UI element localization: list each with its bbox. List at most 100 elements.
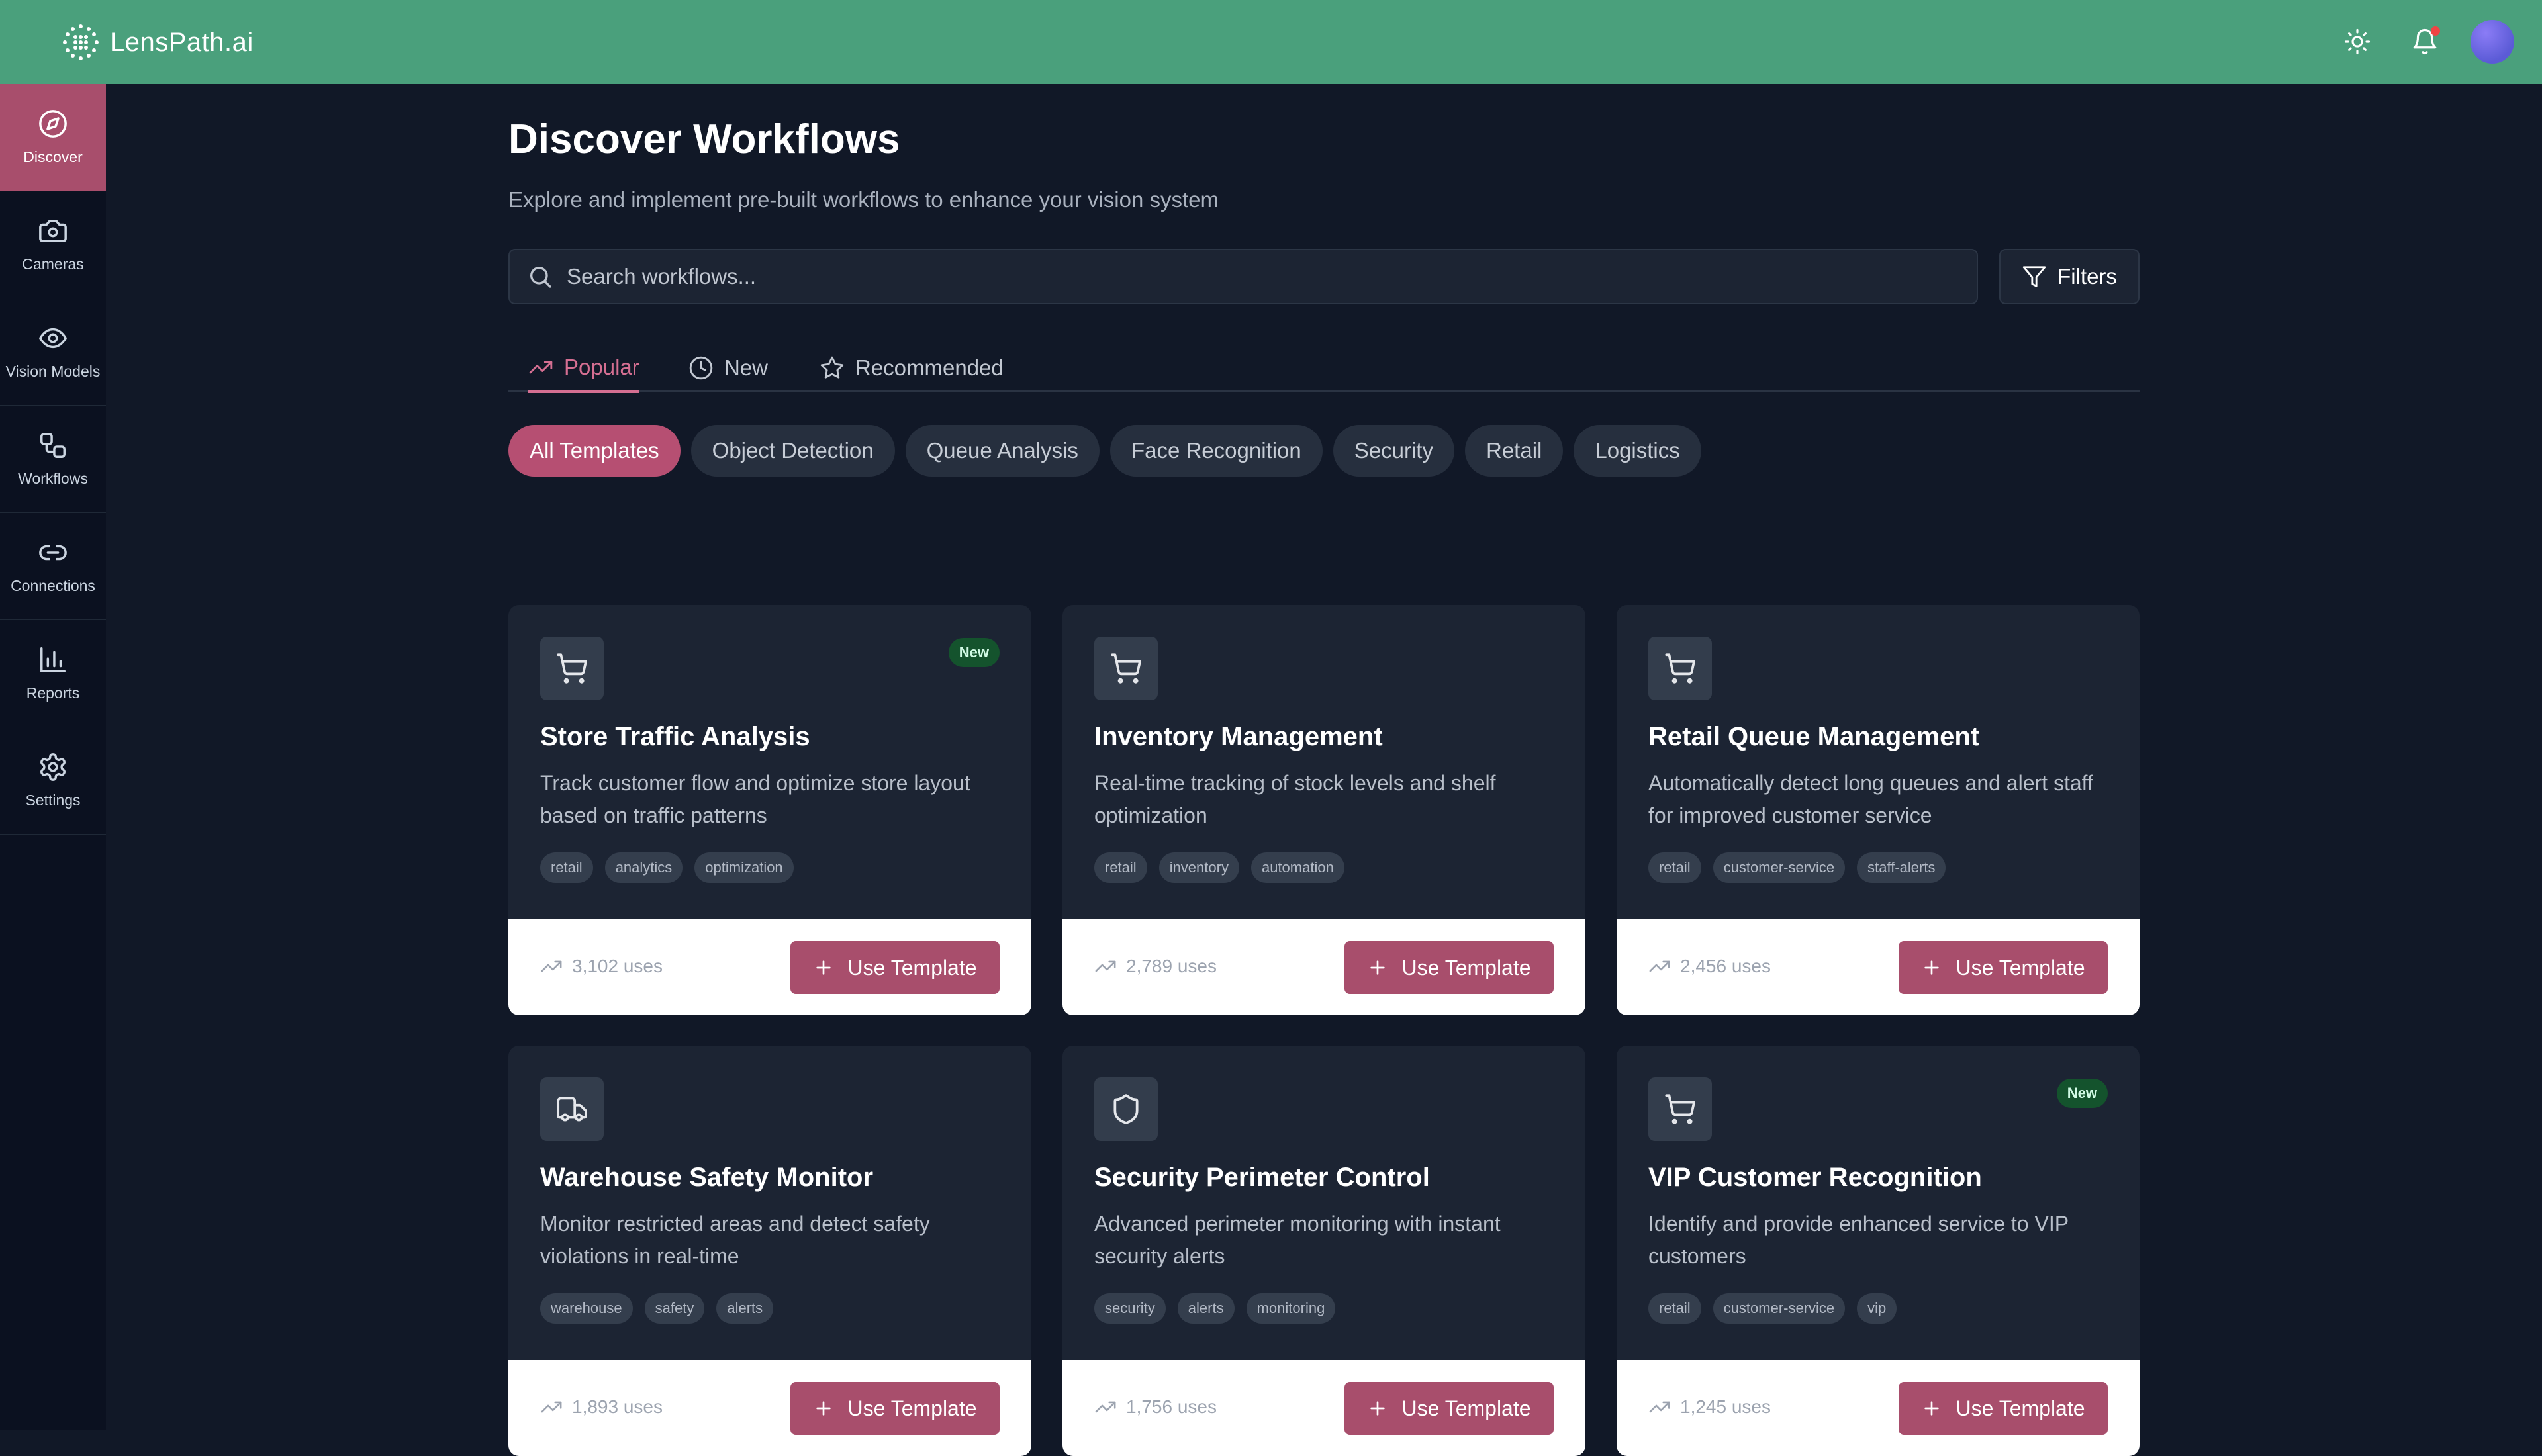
card-icon-tile: [1094, 1077, 1158, 1141]
category-filters: All Templates Object Detection Queue Ana…: [508, 425, 1712, 477]
workflow-card[interactable]: New VIP Customer Recognition Identify an…: [1617, 1046, 2140, 1456]
chip-queue-analysis[interactable]: Queue Analysis: [905, 425, 1100, 477]
notifications-button[interactable]: [2403, 20, 2447, 64]
gear-icon: [40, 753, 66, 781]
user-avatar[interactable]: [2471, 20, 2514, 64]
trending-up-icon: [1649, 1401, 1670, 1413]
tag: retail: [540, 852, 593, 883]
plus-icon: [816, 960, 831, 975]
usage-text: 1,245 uses: [1680, 1396, 1771, 1417]
chip-logistics[interactable]: Logistics: [1574, 425, 1701, 477]
use-template-label: Use Template: [847, 1396, 977, 1420]
trending-up-icon: [1095, 960, 1116, 972]
card-title: VIP Customer Recognition: [1648, 1163, 1982, 1192]
tag: automation: [1250, 852, 1344, 883]
workflow-icon: [40, 433, 66, 458]
filters-button[interactable]: Filters: [1999, 249, 2140, 304]
card-footer: 2,456 uses Use Template: [1617, 919, 2140, 1015]
tab-new[interactable]: New: [688, 344, 768, 392]
search-bar: [508, 249, 1978, 304]
tab-recommended[interactable]: Recommended: [820, 344, 1004, 392]
workflow-card[interactable]: Warehouse Safety Monitor Monitor restric…: [508, 1046, 1031, 1456]
card-tags: retail customer-service staff-alerts: [1648, 852, 1957, 883]
shield-icon: [1113, 1094, 1139, 1124]
use-template-button[interactable]: Use Template: [1899, 1382, 2108, 1435]
usage-count: 1,756 uses: [1094, 1396, 1217, 1418]
search-input[interactable]: [567, 264, 1891, 289]
trending-up-icon: [529, 361, 553, 374]
usage-text: 2,456 uses: [1680, 956, 1771, 976]
search-icon: [530, 267, 551, 288]
page-subtitle: Explore and implement pre-built workflow…: [508, 187, 1219, 212]
tag: optimization: [694, 852, 794, 883]
workflow-card[interactable]: Retail Queue Management Automatically de…: [1617, 605, 2140, 1015]
card-description: Monitor restricted areas and detect safe…: [540, 1212, 930, 1268]
bar-chart-icon: [40, 647, 66, 672]
truck-icon: [557, 1097, 587, 1122]
theme-toggle-button[interactable]: [2335, 20, 2379, 64]
tag: retail: [1648, 1293, 1701, 1324]
notification-dot: [2431, 26, 2440, 36]
tag: customer-service: [1713, 852, 1846, 883]
card-tags: warehouse safety alerts: [540, 1293, 785, 1324]
tag: warehouse: [540, 1293, 633, 1324]
sidebar-item-label: Vision Models: [5, 363, 101, 380]
chip-security[interactable]: Security: [1333, 425, 1454, 477]
sidebar-item-label: Connections: [11, 577, 95, 594]
use-template-button[interactable]: Use Template: [1344, 1382, 1554, 1435]
chip-face-recognition[interactable]: Face Recognition: [1109, 425, 1323, 477]
card-footer: 2,789 uses Use Template: [1062, 919, 1585, 1015]
sidebar-item-label: Cameras: [22, 255, 84, 273]
tag: customer-service: [1713, 1293, 1846, 1324]
tag: alerts: [716, 1293, 774, 1324]
card-tags: retail analytics optimization: [540, 852, 806, 883]
cart-icon: [1111, 653, 1141, 684]
use-template-label: Use Template: [1401, 955, 1531, 979]
use-template-button[interactable]: Use Template: [1344, 941, 1554, 994]
tab-label: Popular: [564, 355, 639, 379]
sidebar-item-connections[interactable]: Connections: [0, 513, 106, 620]
tab-label: New: [724, 355, 769, 380]
sidebar-item-vision-models[interactable]: Vision Models: [0, 298, 106, 406]
workflow-card[interactable]: Inventory Management Real-time tracking …: [1062, 605, 1585, 1015]
camera-icon: [39, 219, 67, 243]
use-template-button[interactable]: Use Template: [1899, 941, 2108, 994]
card-footer: 1,893 uses Use Template: [508, 1360, 1031, 1456]
usage-text: 1,893 uses: [572, 1396, 663, 1417]
use-template-button[interactable]: Use Template: [790, 1382, 1000, 1435]
logo-dots-icon: [63, 24, 99, 60]
sidebar-item-settings[interactable]: Settings: [0, 727, 106, 835]
sidebar-item-label: Discover: [23, 148, 83, 165]
usage-count: 1,893 uses: [540, 1396, 663, 1418]
chip-retail[interactable]: Retail: [1464, 425, 1564, 477]
tag: analytics: [604, 852, 683, 883]
brand-logo[interactable]: LensPath.ai: [61, 23, 254, 62]
card-icon-tile: [540, 637, 604, 700]
usage-text: 2,789 uses: [1126, 956, 1217, 976]
card-footer: 3,102 uses Use Template: [508, 919, 1031, 1015]
workflow-card[interactable]: Security Perimeter Control Advanced peri…: [1062, 1046, 1585, 1456]
tag: security: [1094, 1293, 1166, 1324]
use-template-label: Use Template: [1955, 1396, 2085, 1420]
chip-all-templates[interactable]: All Templates: [508, 425, 681, 477]
chip-object-detection[interactable]: Object Detection: [690, 425, 895, 477]
star-icon: [820, 356, 844, 379]
card-tags: security alerts monitoring: [1094, 1293, 1347, 1324]
cart-icon: [1665, 1094, 1695, 1124]
cart-icon: [557, 653, 587, 684]
sidebar-item-label: Settings: [25, 792, 81, 809]
header-actions: [2312, 20, 2514, 64]
sidebar-item-discover[interactable]: Discover: [0, 84, 106, 191]
top-bar: LensPath.ai: [0, 0, 2542, 84]
sidebar-item-cameras[interactable]: Cameras: [0, 191, 106, 298]
card-footer: 1,756 uses Use Template: [1062, 1360, 1585, 1456]
sidebar-item-reports[interactable]: Reports: [0, 620, 106, 727]
tab-popular[interactable]: Popular: [528, 344, 639, 393]
use-template-button[interactable]: Use Template: [790, 941, 1000, 994]
card-title: Store Traffic Analysis: [540, 722, 810, 751]
sidebar-item-workflows[interactable]: Workflows: [0, 406, 106, 513]
use-template-label: Use Template: [847, 955, 977, 979]
usage-count: 2,456 uses: [1648, 955, 1771, 978]
card-icon-tile: [1648, 637, 1712, 700]
workflow-card[interactable]: New Store Traffic Analysis Track custome…: [508, 605, 1031, 1015]
